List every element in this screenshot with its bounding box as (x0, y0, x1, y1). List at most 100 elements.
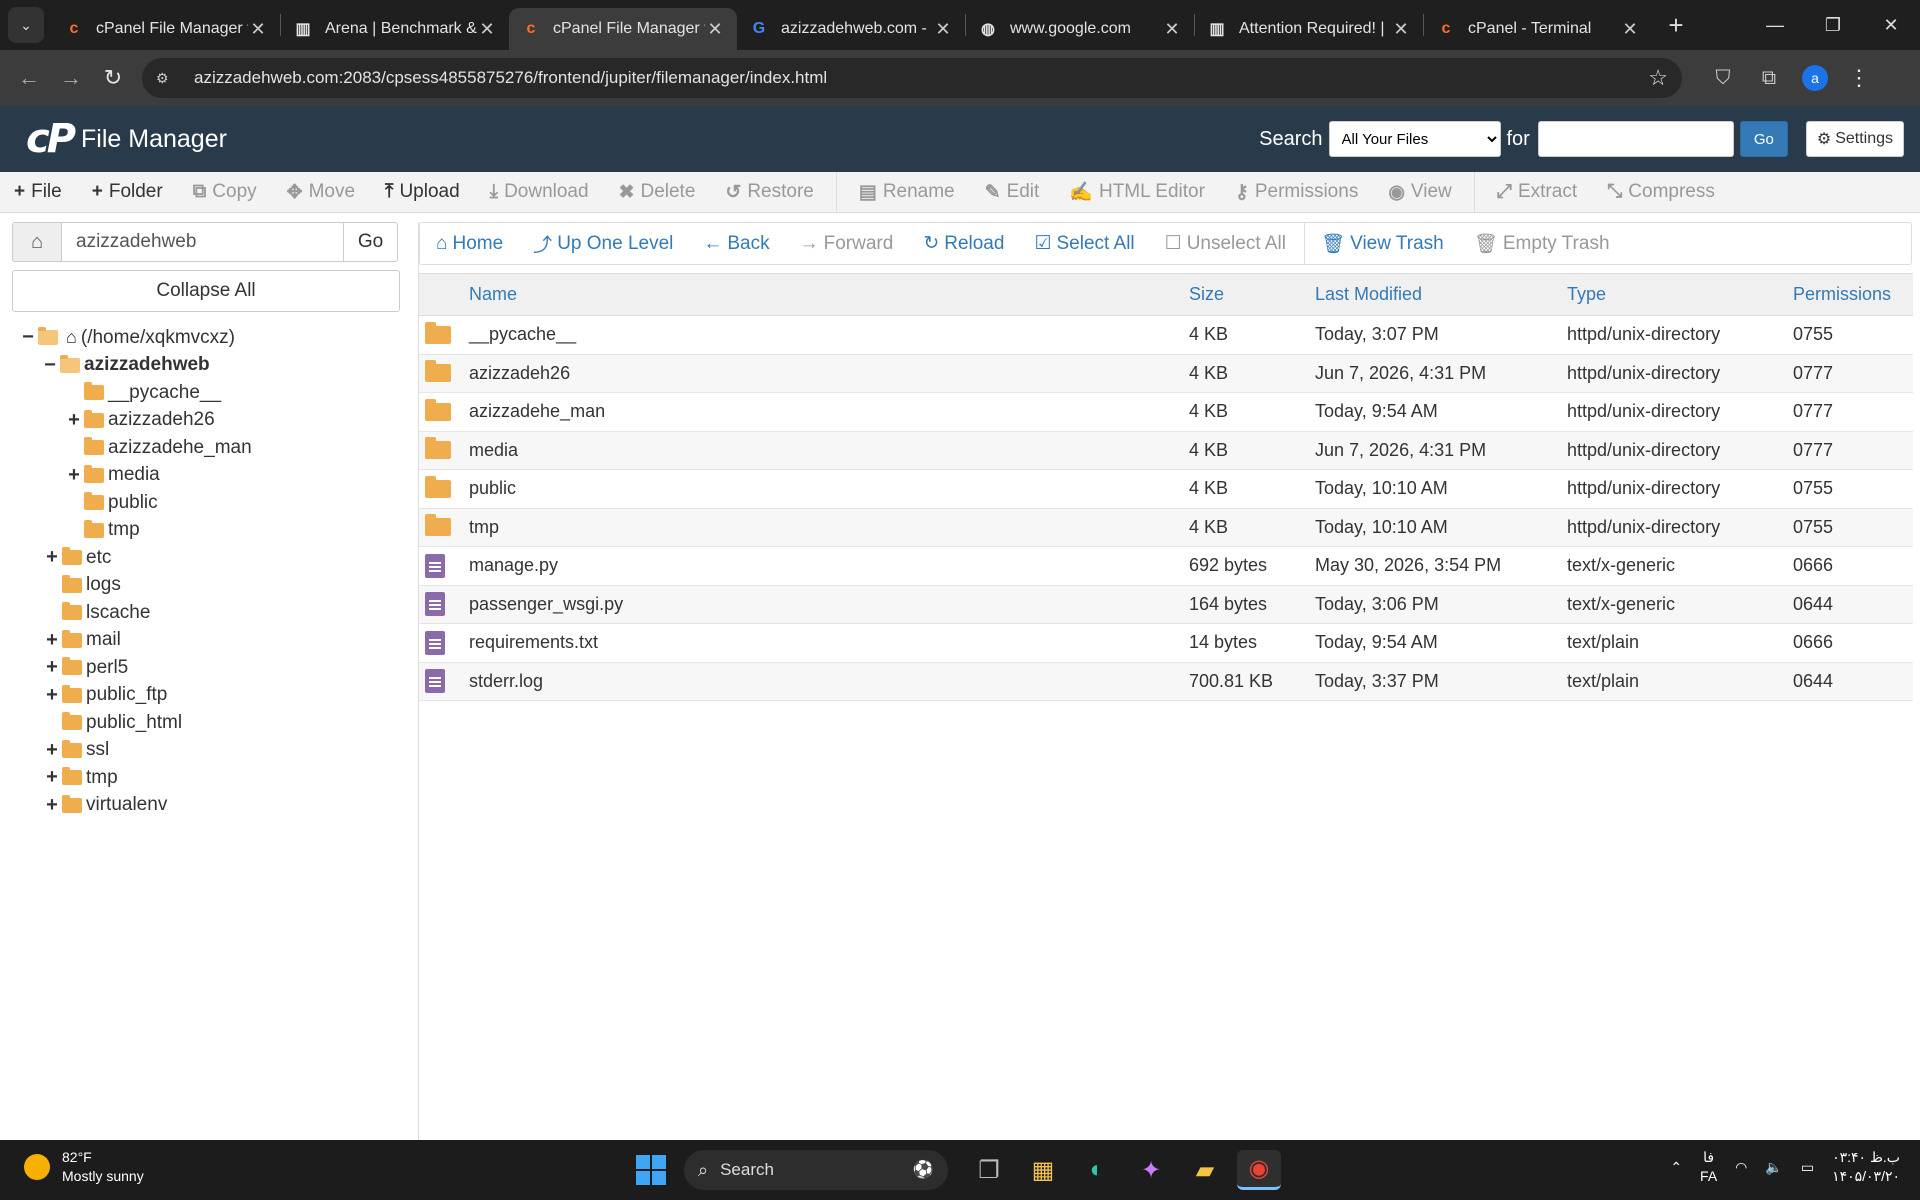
select-all-link[interactable]: ☑ Select All (1034, 232, 1134, 255)
new-tab-button[interactable]: + (1658, 10, 1694, 41)
tree-item[interactable]: + perl5 (12, 654, 400, 682)
minimize-icon[interactable]: — (1746, 15, 1804, 36)
collapse-toggle-icon[interactable]: − (40, 354, 60, 377)
search-input[interactable] (1537, 121, 1734, 157)
html-editor-button[interactable]: ✍ HTML Editor (1069, 180, 1205, 204)
reload-link[interactable]: ↻ Reload (923, 232, 1004, 255)
browser-tab[interactable]: G azizzadehweb.com - ✕ (737, 8, 965, 50)
taskbar-search[interactable]: ⌕ Search ⚽ (684, 1150, 948, 1190)
restore-icon[interactable]: ❐ (1804, 15, 1862, 36)
microsoft-store-icon[interactable]: ▦ (1021, 1150, 1065, 1190)
table-row[interactable]: public 4 KB Today, 10:10 AM httpd/unix-d… (419, 469, 1913, 509)
tree-item[interactable]: logs (12, 572, 400, 600)
tree-item-root[interactable]: − ⌂ (/home/xqkmvcxz) (12, 324, 400, 352)
close-icon[interactable]: ✕ (248, 19, 268, 40)
back-link[interactable]: ← Back (703, 233, 769, 255)
tree-item[interactable]: __pycache__ (12, 379, 400, 407)
new-file-button[interactable]: + File (14, 181, 62, 203)
puzzle-extensions-icon[interactable]: ⧉ (1746, 67, 1792, 90)
extract-button[interactable]: ⤢ Extract (1497, 181, 1577, 203)
copy-button[interactable]: ⧉ Copy (193, 181, 257, 203)
close-icon[interactable]: ✕ (933, 19, 953, 40)
cpanel-logo[interactable]: cP File Manager (26, 116, 227, 162)
battery-icon[interactable]: ▭ (1801, 1159, 1814, 1176)
task-view-icon[interactable]: ❐ (967, 1150, 1011, 1190)
profile-avatar[interactable]: a (1802, 65, 1828, 91)
file-explorer-icon[interactable]: ▰ (1183, 1150, 1227, 1190)
bookmark-star-icon[interactable]: ☆ (1648, 65, 1668, 91)
table-row[interactable]: media 4 KB Jun 7, 2026, 4:31 PM httpd/un… (419, 431, 1913, 470)
collapse-toggle-icon[interactable]: − (18, 326, 38, 349)
view-trash-link[interactable]: 🗑 View Trash (1321, 232, 1444, 256)
rename-button[interactable]: ▤ Rename (859, 181, 955, 204)
tree-item[interactable]: lscache (12, 599, 400, 627)
settings-button[interactable]: ⚙ Settings (1805, 121, 1904, 157)
search-go-button[interactable]: Go (1739, 121, 1788, 157)
close-icon[interactable]: ✕ (1162, 19, 1182, 40)
file-name[interactable]: __pycache__ (469, 315, 1189, 355)
expand-toggle-icon[interactable]: + (64, 464, 84, 487)
view-button[interactable]: ◉ View (1388, 181, 1451, 204)
expand-toggle-icon[interactable]: + (42, 794, 62, 817)
restore-button[interactable]: ↺ Restore (725, 181, 813, 204)
modified-column-header[interactable]: Last Modified (1315, 273, 1567, 316)
browser-tab-active[interactable]: ᴄ cPanel File Manager v ✕ (509, 8, 737, 50)
browser-tab[interactable]: ᴄ cPanel - Terminal ✕ (1424, 8, 1652, 50)
tree-item-current[interactable]: − azizzadehweb (12, 352, 400, 380)
speaker-icon[interactable]: 🔈 (1765, 1159, 1782, 1176)
windows-start-icon[interactable] (636, 1155, 666, 1185)
tree-item[interactable]: tmp (12, 517, 400, 545)
tree-item[interactable]: + virtualenv (12, 792, 400, 820)
home-link[interactable]: ⌂ Home (436, 233, 503, 255)
table-row[interactable]: passenger_wsgi.py 164 bytes Today, 3:06 … (419, 585, 1913, 624)
table-row[interactable]: stderr.log 700.81 KB Today, 3:37 PM text… (419, 662, 1913, 701)
close-icon[interactable]: ✕ (477, 19, 497, 40)
file-name[interactable]: public (469, 469, 1189, 509)
home-directory-button[interactable]: ⌂ (12, 222, 62, 262)
table-row[interactable]: manage.py 692 bytes May 30, 2026, 3:54 P… (419, 546, 1913, 586)
expand-toggle-icon[interactable]: + (42, 629, 62, 652)
expand-toggle-icon[interactable]: + (42, 684, 62, 707)
file-name[interactable]: tmp (469, 508, 1189, 547)
table-row[interactable]: requirements.txt 14 bytes Today, 9:54 AM… (419, 623, 1913, 663)
tree-item[interactable]: + public_ftp (12, 682, 400, 710)
collapse-all-button[interactable]: Collapse All (12, 270, 400, 312)
site-info-icon[interactable]: ⚙ (156, 70, 180, 87)
expand-toggle-icon[interactable]: + (42, 739, 62, 762)
expand-toggle-icon[interactable]: + (42, 546, 62, 569)
new-folder-button[interactable]: + Folder (92, 181, 163, 203)
chevron-up-icon[interactable]: ⌃ (1670, 1159, 1682, 1176)
file-name[interactable]: requirements.txt (469, 623, 1189, 663)
address-bar[interactable]: ⚙ azizzadehweb.com:2083/cpsess4855875276… (142, 58, 1682, 98)
table-row[interactable]: tmp 4 KB Today, 10:10 AM httpd/unix-dire… (419, 508, 1913, 547)
permissions-button[interactable]: ⚷ Permissions (1235, 181, 1358, 204)
expand-toggle-icon[interactable]: + (64, 409, 84, 432)
expand-toggle-icon[interactable]: + (42, 656, 62, 679)
path-go-button[interactable]: Go (344, 222, 398, 262)
close-icon[interactable]: ✕ (1391, 19, 1411, 40)
file-name[interactable]: azizzadehe_man (469, 392, 1189, 432)
expand-toggle-icon[interactable]: + (42, 766, 62, 789)
file-name[interactable]: azizzadeh26 (469, 354, 1189, 393)
upload-button[interactable]: ⤒ Upload (385, 181, 460, 203)
language-indicator[interactable]: فا FA (1700, 1148, 1717, 1186)
url-text[interactable]: azizzadehweb.com:2083/cpsess4855875276/f… (194, 68, 1648, 88)
download-button[interactable]: ⤓ Download (490, 181, 589, 203)
reload-icon[interactable]: ↻ (92, 65, 134, 91)
search-scope-select[interactable]: All Your Files (1328, 121, 1501, 157)
file-name[interactable]: passenger_wsgi.py (469, 585, 1189, 624)
weather-widget[interactable]: 82°F Mostly sunny (24, 1148, 144, 1186)
permissions-column-header[interactable]: Permissions (1793, 273, 1913, 316)
size-column-header[interactable]: Size (1189, 273, 1315, 316)
table-row[interactable]: azizzadehe_man 4 KB Today, 9:54 AM httpd… (419, 392, 1913, 432)
tree-item[interactable]: + tmp (12, 764, 400, 792)
tree-item[interactable]: + media (12, 462, 400, 490)
file-name[interactable]: stderr.log (469, 662, 1189, 701)
browser-tab[interactable]: ᴄ cPanel File Manager v ✕ (52, 8, 280, 50)
empty-trash-link[interactable]: 🗑 Empty Trash (1474, 232, 1610, 256)
back-arrow-icon[interactable]: ← (8, 65, 50, 91)
more-menu-icon[interactable]: ⋮ (1838, 65, 1880, 91)
tree-item[interactable]: azizzadehe_man (12, 434, 400, 462)
name-column-header[interactable]: Name (469, 273, 1189, 316)
forward-arrow-icon[interactable]: → (50, 65, 92, 91)
